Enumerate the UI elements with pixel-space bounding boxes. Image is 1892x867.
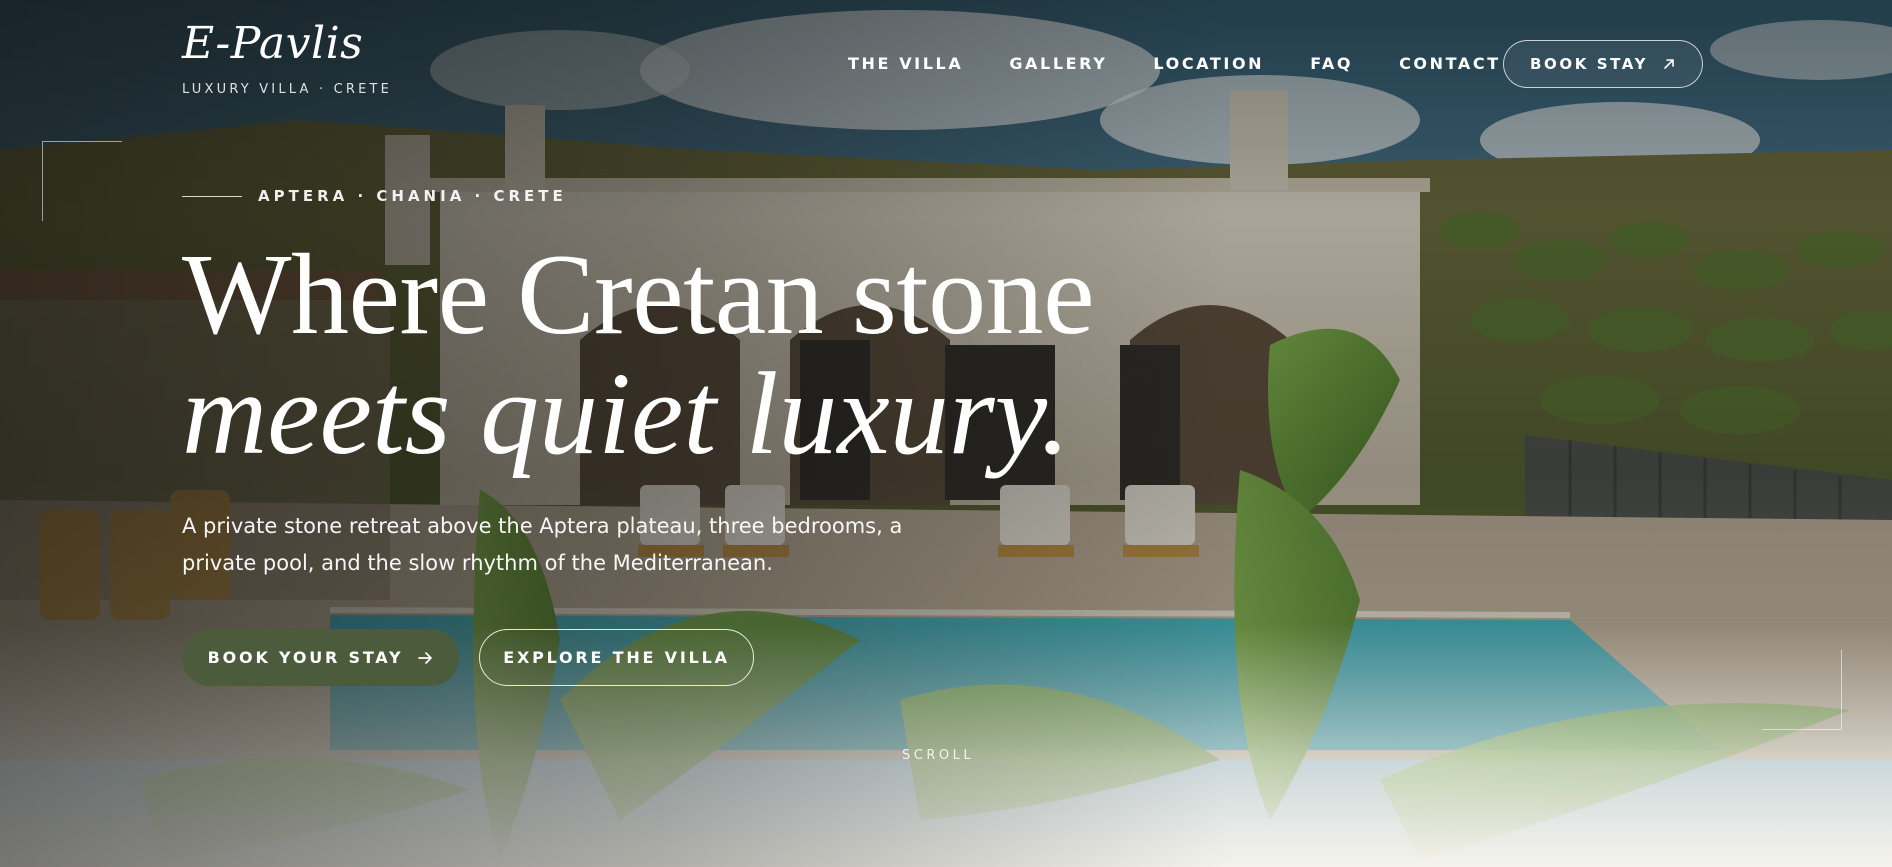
brand-logo[interactable]: E-Pavlis LUXURY VILLA · CRETE	[182, 18, 393, 98]
arrow-up-right-icon	[1664, 59, 1674, 69]
hero-description: A private stone retreat above the Aptera…	[182, 514, 903, 575]
brand-name: E-Pavlis	[182, 18, 364, 69]
eyebrow-rule	[182, 195, 242, 197]
scroll-indicator[interactable]: SCROLL	[902, 748, 974, 763]
nav-item-contact[interactable]: CONTACT	[1399, 54, 1501, 73]
hero-section: E-Pavlis LUXURY VILLA · CRETE THE VILLA …	[0, 0, 1892, 867]
headline-line-1: Where Cretan stone	[182, 231, 1095, 359]
book-stay-label: BOOK STAY	[1529, 55, 1649, 73]
explore-villa-button[interactable]: EXPLORE THE VILLA	[479, 629, 754, 686]
eyebrow-text: APTERA · CHANIA · CRETE	[258, 187, 567, 205]
book-your-stay-label: BOOK YOUR STAY	[207, 648, 404, 667]
book-your-stay-button[interactable]: BOOK YOUR STAY	[182, 629, 459, 686]
frame-corner-top-left	[42, 141, 122, 221]
nav-item-the-villa[interactable]: THE VILLA	[848, 54, 963, 73]
nav-item-faq[interactable]: FAQ	[1310, 54, 1353, 73]
explore-villa-label: EXPLORE THE VILLA	[503, 648, 730, 667]
location-eyebrow: APTERA · CHANIA · CRETE	[182, 187, 567, 205]
main-nav: THE VILLA GALLERY LOCATION FAQ CONTACT	[848, 54, 1547, 73]
brand-tagline: LUXURY VILLA · CRETE	[182, 82, 393, 97]
frame-corner-bottom-right	[1762, 650, 1842, 730]
nav-item-gallery[interactable]: GALLERY	[1009, 54, 1107, 73]
book-stay-button[interactable]: BOOK STAY	[1503, 40, 1703, 88]
headline-line-2: meets quiet luxury.	[182, 348, 1071, 479]
nav-item-location[interactable]: LOCATION	[1153, 54, 1264, 73]
arrow-right-icon	[418, 651, 433, 664]
hero-headline: Where Cretan stone meets quiet luxury.	[182, 231, 1095, 479]
